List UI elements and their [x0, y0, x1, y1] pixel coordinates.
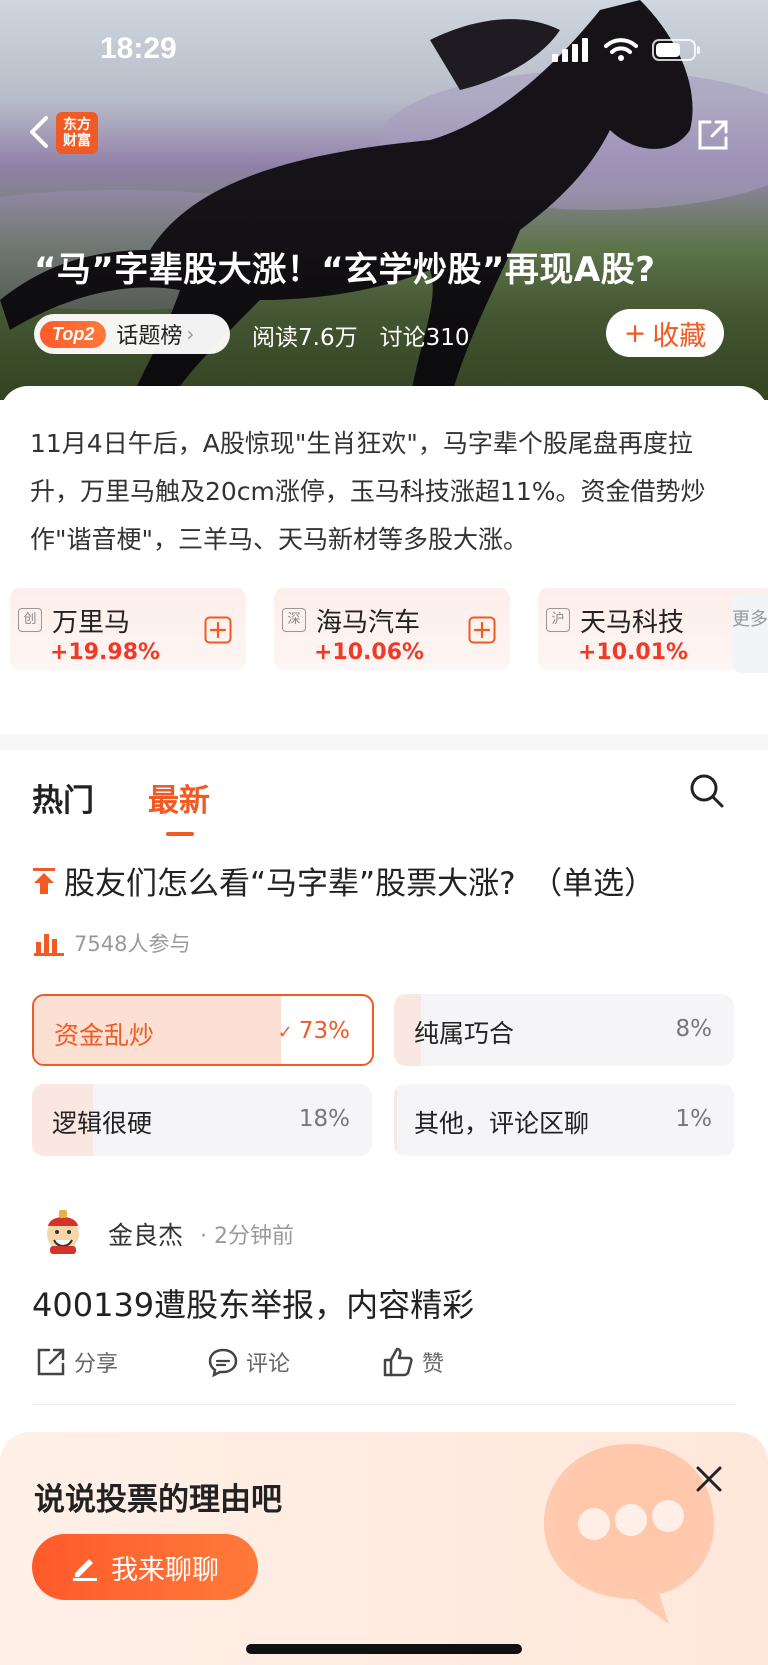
post-username[interactable]: 金良杰	[108, 1216, 183, 1252]
start-chat-button[interactable]: 我来聊聊	[32, 1534, 258, 1600]
share-label: 分享	[74, 1352, 119, 1377]
topic-rank-pill[interactable]: Top2 话题榜 ›	[34, 314, 230, 354]
comment-button[interactable]: 评论	[208, 1346, 290, 1378]
like-label: 赞	[422, 1352, 445, 1377]
start-chat-label: 我来聊聊	[111, 1554, 219, 1586]
avatar[interactable]	[40, 1208, 86, 1254]
post-divider	[32, 1404, 736, 1405]
comment-label: 评论	[246, 1352, 291, 1377]
stock-name: 万里马	[52, 608, 131, 638]
stock-change: +19.98%	[50, 640, 161, 665]
share-icon[interactable]	[696, 118, 730, 152]
poll-option-label: 资金乱炒	[54, 1021, 155, 1050]
rank-badge: Top2	[40, 320, 107, 348]
topic-summary: 11月4日午后，A股惊现"生肖狂欢"，马字辈个股尾盘再度拉升，万里马触及20cm…	[30, 429, 706, 554]
stock-name: 天马科技	[580, 608, 685, 638]
topic-stats: 阅读7.6万 讨论310	[252, 318, 469, 352]
poll-option-percent: ✓ 73%	[277, 1018, 350, 1044]
thumbs-up-icon	[383, 1347, 413, 1377]
tab-hot[interactable]: 热门	[32, 775, 94, 820]
stock-card[interactable]: 创 万里马 +19.98%	[10, 588, 246, 670]
stock-change: +10.01%	[578, 640, 689, 665]
like-button[interactable]: 赞	[382, 1346, 444, 1378]
home-indicator	[246, 1644, 522, 1654]
app-logo: 东方 财富	[56, 112, 98, 154]
tab-latest[interactable]: 最新	[148, 775, 210, 820]
back-arrow-icon[interactable]	[24, 112, 54, 152]
chat-bubble-icon	[544, 1444, 714, 1624]
add-watchlist-icon[interactable]	[468, 616, 496, 644]
poll-option-label: 纯属巧合	[414, 1019, 515, 1048]
post-content[interactable]: 400139遭股东举报，内容精彩	[32, 1280, 474, 1326]
status-bar: 18:29	[0, 30, 768, 74]
rank-label: 话题榜	[116, 324, 183, 349]
comment-icon	[208, 1348, 238, 1377]
poll-option[interactable]: 资金乱炒 ✓ 73%	[32, 994, 374, 1066]
poll-option-percent: 8%	[675, 1016, 713, 1042]
search-icon[interactable]	[688, 772, 726, 810]
section-divider	[0, 734, 768, 750]
participant-count: 7548人参与	[74, 932, 191, 956]
more-stocks-button[interactable]: 更多	[732, 593, 768, 673]
check-icon: ✓	[277, 1022, 293, 1043]
poll-option-label: 其他，评论区聊	[414, 1109, 590, 1138]
poll-option[interactable]: 其他，评论区聊 1%	[394, 1084, 734, 1156]
exchange-badge: 沪	[546, 608, 570, 632]
share-icon	[37, 1348, 65, 1376]
poll-option-label: 逻辑很硬	[52, 1109, 153, 1138]
add-watchlist-icon[interactable]	[204, 616, 232, 644]
topic-title: “马”字辈股大涨！“玄学炒股”再现A股?	[34, 250, 656, 290]
poll-option[interactable]: 纯属巧合 8%	[394, 994, 734, 1066]
stock-card[interactable]: 深 海马汽车 +10.06%	[274, 588, 510, 670]
prompt-title: 说说投票的理由吧	[34, 1482, 282, 1518]
battery-icon	[652, 39, 700, 61]
tab-active-indicator	[166, 832, 194, 836]
poll-option-percent: 18%	[298, 1106, 350, 1132]
cellular-signal-icon	[552, 38, 588, 62]
status-time: 18:29	[100, 32, 177, 65]
favorite-button[interactable]: + 收藏	[606, 309, 724, 357]
bar-chart-icon	[34, 934, 64, 956]
stock-change: +10.06%	[314, 640, 425, 665]
related-stocks: 创 万里马 +19.98% 深 海马汽车 +10.06% 沪 天马科技 +10.…	[10, 588, 768, 670]
discussion-count: 讨论310	[379, 325, 470, 351]
share-button[interactable]: 分享	[36, 1346, 118, 1378]
top-pin-icon	[33, 867, 55, 894]
favorite-label: 收藏	[652, 320, 707, 352]
wifi-icon	[604, 38, 638, 61]
stock-name: 海马汽车	[316, 608, 421, 638]
plus-icon: +	[623, 317, 647, 349]
exchange-badge: 创	[18, 608, 42, 632]
poll-option[interactable]: 逻辑很硬 18%	[32, 1084, 372, 1156]
close-icon[interactable]	[694, 1464, 724, 1494]
read-count: 阅读7.6万	[252, 325, 358, 351]
poll-participants: 7548人参与	[34, 928, 190, 958]
poll-question-text: 股友们怎么看“马字辈”股票大涨? （单选）	[64, 866, 656, 902]
poll-option-percent: 1%	[675, 1106, 713, 1132]
poll-option-fill	[394, 1084, 398, 1156]
pencil-icon	[73, 1559, 97, 1581]
post-time: · 2分钟前	[200, 1224, 294, 1249]
exchange-badge: 深	[282, 608, 306, 632]
poll-question: 股友们怎么看“马字辈”股票大涨? （单选）	[32, 858, 655, 903]
chevron-right-icon: ›	[186, 322, 195, 346]
